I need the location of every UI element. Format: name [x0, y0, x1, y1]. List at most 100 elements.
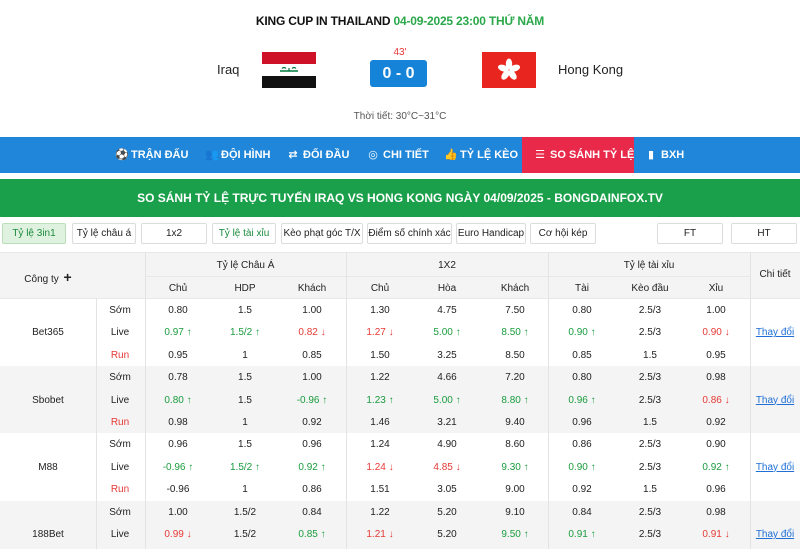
odds-cell: 0.96 — [302, 439, 322, 451]
filter-1x2[interactable]: 1x2 — [141, 223, 207, 244]
tab-ty-le-keo[interactable]: 👍 TỶ LỆ KÈO — [444, 137, 518, 173]
odds-cell: 7.50 — [505, 305, 525, 316]
compare-icon: ☰ — [535, 149, 545, 161]
odds-cell: 1.50 — [370, 349, 390, 361]
home-team-name[interactable]: Iraq — [217, 62, 239, 77]
odds-cell: 0.86 ↓ — [702, 394, 730, 406]
odds-cell: 0.85 — [302, 349, 322, 361]
row-type-label: Sớm — [109, 506, 131, 518]
detail-link[interactable]: Thay đổi — [750, 327, 800, 338]
odds-cell: 0.92 — [572, 484, 592, 496]
odds-cell: 0.96 ↑ — [568, 394, 596, 406]
filter-ht[interactable]: HT — [731, 223, 797, 244]
odds-cell: 9.30 ↑ — [501, 461, 529, 473]
odds-cell: 1.5 — [643, 417, 657, 428]
filter-3in1[interactable]: Tỷ lệ 3in1 — [2, 223, 66, 244]
company-name: Sbobet — [32, 394, 64, 406]
odds-cell: 9.10 — [505, 506, 525, 518]
tab-chi-tiet[interactable]: ◎ CHI TIẾT — [367, 137, 429, 173]
odds-cell: 2.5/3 — [638, 394, 662, 406]
odds-cell: 1.5 — [643, 349, 657, 361]
odds-cell: 9.40 — [505, 417, 525, 428]
match-title: KING CUP IN THAILAND 04-09-2025 23:00 TH… — [0, 14, 800, 28]
filter-phat-goc[interactable]: Kèo phạt góc T/X — [281, 223, 363, 244]
odds-cell: 1.00 — [706, 305, 726, 316]
odds-cell: 0.90 ↑ — [568, 327, 596, 339]
tab-doi-hinh[interactable]: 👥 ĐỘI HÌNH — [205, 137, 271, 173]
odds-cell: 5.00 ↑ — [433, 394, 461, 406]
odds-cell: 1.5/2 ↑ — [229, 327, 261, 339]
away-team-name[interactable]: Hong Kong — [558, 62, 623, 77]
divider — [96, 433, 97, 501]
odds-cell: 0.92 ↑ — [298, 461, 326, 473]
odds-cell: 3.21 — [437, 417, 457, 428]
row-type-label: Sớm — [109, 439, 131, 451]
odds-cell: 2.5/3 — [638, 461, 662, 473]
odds-cell: 0.80 — [168, 305, 188, 316]
odds-cell: 2.5/3 — [638, 327, 662, 339]
odds-cell: 0.84 — [302, 506, 322, 518]
filter-tai-xiu[interactable]: Tỷ lệ tài xỉu — [212, 223, 276, 244]
iraq-flag-icon — [262, 52, 316, 88]
odds-cell: 0.91 ↓ — [702, 529, 730, 540]
sub-header: Tài — [575, 283, 589, 294]
odds-cell: 1.51 — [370, 484, 390, 496]
odds-cell: 1.24 — [370, 439, 390, 451]
company-header: Công ty + — [24, 269, 72, 285]
filter-co-hoi-kep[interactable]: Cơ hội kép — [530, 223, 596, 244]
odds-cell: 0.95 — [706, 349, 726, 361]
sub-header: Chủ — [370, 283, 390, 294]
detail-link[interactable]: Thay đổi — [750, 462, 800, 473]
group-ou-header: Tỷ lệ tài xỉu — [623, 260, 675, 271]
odds-cell: 0.97 ↑ — [164, 327, 192, 339]
odds-cell: -0.96 — [166, 484, 190, 496]
detail-link[interactable]: Thay đổi — [750, 395, 800, 406]
odds-cell: 0.98 — [706, 506, 726, 518]
divider — [548, 252, 549, 549]
filter-ft[interactable]: FT — [657, 223, 723, 244]
detail-link[interactable]: Thay đổi — [750, 529, 800, 540]
match-datetime: 04-09-2025 23:00 THỨ NĂM — [393, 14, 545, 28]
filter-euro-handicap[interactable]: Euro Handicap — [456, 223, 526, 244]
tab-tran-dau[interactable]: ⚽ TRẬN ĐẤU — [115, 137, 188, 173]
odds-cell: -0.96 ↑ — [296, 394, 328, 406]
odds-cell: 0.95 — [168, 349, 188, 361]
odds-cell: 1.5 — [238, 372, 252, 384]
odds-cell: 0.90 — [706, 439, 726, 451]
group-1x2-header: 1X2 — [438, 260, 456, 271]
row-type-label: Run — [110, 484, 130, 496]
odds-cell: 0.78 — [168, 372, 188, 384]
odds-cell: 0.96 — [168, 439, 188, 451]
filter-chau-a[interactable]: Tỷ lệ châu á — [72, 223, 136, 244]
league-name: KING CUP IN THAILAND — [255, 14, 391, 28]
odds-cell: 5.20 — [437, 506, 457, 518]
tab-doi-dau[interactable]: ⇄ ĐỐI ĐẦU — [287, 137, 349, 173]
add-company-icon[interactable]: + — [64, 269, 72, 285]
odds-cell: 1.00 — [302, 305, 322, 316]
chart-icon: ▮ — [647, 149, 655, 161]
odds-cell: 4.90 — [437, 439, 457, 451]
odds-cell: 3.05 — [437, 484, 457, 496]
odds-cell: 0.96 — [572, 417, 592, 428]
match-minute: 43' — [393, 47, 407, 58]
odds-cell: 4.66 — [437, 372, 457, 384]
odds-cell: 4.85 ↓ — [433, 461, 461, 473]
odds-cell: 0.85 ↑ — [298, 529, 326, 540]
odds-cell: 1.30 — [370, 305, 390, 316]
odds-cell: 5.00 ↑ — [433, 327, 461, 339]
team-icon: 👥 — [205, 149, 219, 161]
tab-so-sanh-ty-le[interactable]: ☰ SO SÁNH TỶ LỆ — [522, 137, 634, 173]
odds-cell: 0.86 — [302, 484, 322, 496]
thumb-icon: 👍 — [444, 149, 458, 161]
odds-cell: 0.96 — [706, 484, 726, 496]
odds-cell: 9.00 — [505, 484, 525, 496]
odds-cell: 8.50 — [505, 349, 525, 361]
sub-header: Kèo đầu — [631, 283, 669, 294]
match-nav: ⚽ TRẬN ĐẤU 👥 ĐỘI HÌNH ⇄ ĐỐI ĐẦU ◎ CHI TIẾT 👍… — [0, 137, 800, 173]
tab-bxh[interactable]: ▮ BXH — [645, 137, 684, 173]
divider — [750, 252, 751, 549]
odds-cell: 1 — [242, 417, 248, 428]
comparison-banner: SO SÁNH TỶ LỆ TRỰC TUYẾN IRAQ VS HONG KO… — [0, 179, 800, 217]
filter-diem-so[interactable]: Điểm số chính xác — [367, 223, 452, 244]
row-type-label: Run — [110, 417, 130, 428]
